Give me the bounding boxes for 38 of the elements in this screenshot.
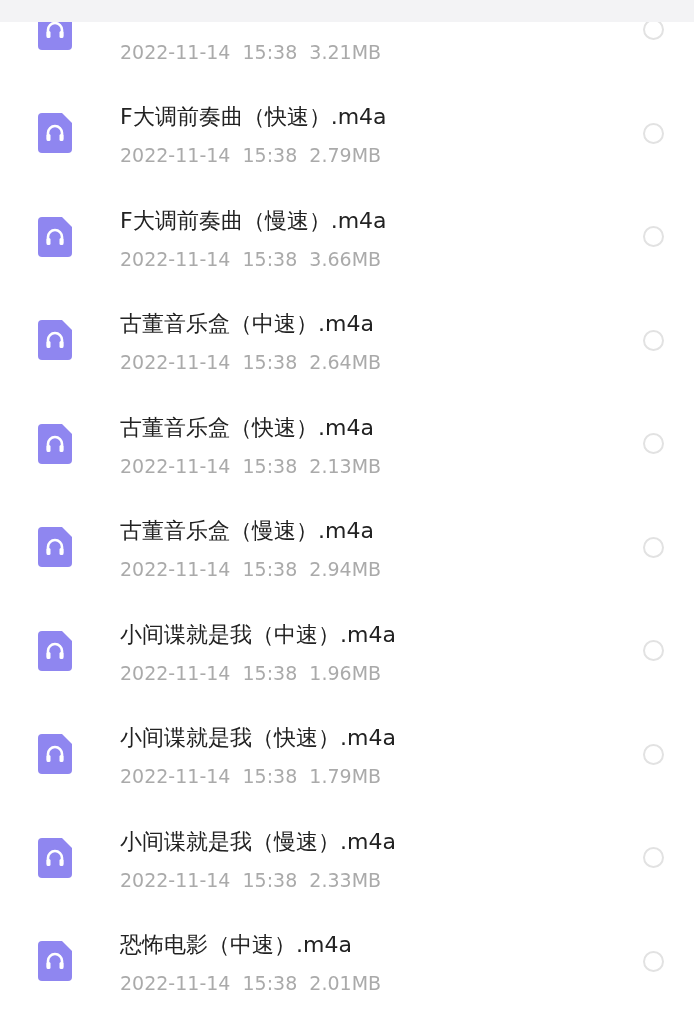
audio-file-icon bbox=[38, 734, 72, 775]
file-name: 小间谍就是我（快速）.m4a bbox=[120, 724, 397, 753]
audio-file-icon bbox=[38, 113, 72, 154]
select-radio[interactable] bbox=[643, 329, 664, 351]
audio-file-icon bbox=[38, 216, 72, 257]
file-details: 2022-11-14 15:38 3.66MB bbox=[120, 246, 383, 272]
file-details: 2022-11-14 15:38 2.94MB bbox=[120, 557, 383, 583]
select-radio[interactable] bbox=[643, 19, 664, 41]
file-name: 小间谍就是我（中速）.m4a bbox=[120, 620, 397, 649]
audio-file-icon bbox=[38, 423, 72, 464]
audio-file-icon bbox=[38, 320, 72, 361]
select-radio[interactable] bbox=[643, 536, 664, 558]
file-details: 2022-11-14 15:38 2.79MB bbox=[120, 143, 383, 169]
audio-file-icon bbox=[38, 527, 72, 568]
audio-file-icon bbox=[38, 630, 72, 671]
select-radio[interactable] bbox=[643, 122, 664, 144]
file-name: F大调前奏曲（快速）.m4a bbox=[120, 103, 388, 132]
audio-file-icon bbox=[38, 941, 72, 982]
select-radio[interactable] bbox=[643, 640, 664, 662]
file-details: 2022-11-14 15:38 1.79MB bbox=[120, 764, 383, 790]
file-details: 2022-11-14 15:38 1.96MB bbox=[120, 660, 383, 686]
file-details: 2022-11-14 15:38 2.13MB bbox=[120, 453, 383, 479]
file-details: 2022-11-14 15:38 2.33MB bbox=[120, 867, 383, 893]
file-name: 古董音乐盒（中速）.m4a bbox=[120, 310, 375, 339]
audio-file-icon bbox=[38, 837, 72, 878]
file-name: F大调前奏曲（慢速）.m4a bbox=[120, 206, 388, 235]
file-details: 2022-11-14 15:38 3.21MB bbox=[120, 39, 383, 65]
file-details: 2022-11-14 15:38 2.64MB bbox=[120, 350, 383, 376]
file-name: 恐怖电影（中速）.m4a bbox=[120, 931, 353, 960]
file-details: 2022-11-14 15:38 2.01MB bbox=[120, 971, 383, 997]
file-name: 古董音乐盒（快速）.m4a bbox=[120, 413, 375, 442]
select-radio[interactable] bbox=[643, 847, 664, 869]
file-name: 小间谍就是我（慢速）.m4a bbox=[120, 827, 397, 856]
select-radio[interactable] bbox=[643, 226, 664, 248]
select-radio[interactable] bbox=[643, 433, 664, 455]
select-radio[interactable] bbox=[643, 743, 664, 765]
select-radio[interactable] bbox=[643, 950, 664, 972]
file-name: 古董音乐盒（慢速）.m4a bbox=[120, 517, 375, 546]
